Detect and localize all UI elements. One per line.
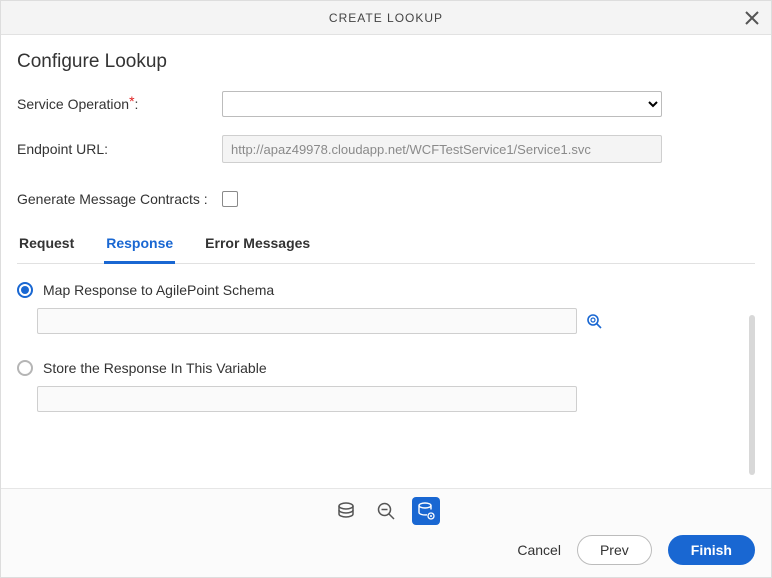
generate-contracts-label: Generate Message Contracts :	[17, 191, 222, 207]
cancel-button[interactable]: Cancel	[517, 542, 561, 558]
store-response-input[interactable]	[37, 386, 577, 412]
store-response-label: Store the Response In This Variable	[43, 360, 267, 376]
store-response-radio[interactable]	[17, 360, 33, 376]
service-operation-label: Service Operation*:	[17, 96, 222, 112]
store-response-subfield	[37, 386, 755, 412]
endpoint-label: Endpoint URL:	[17, 141, 222, 157]
filter-step-icon[interactable]	[372, 497, 400, 525]
map-response-radio[interactable]	[17, 282, 33, 298]
schema-lookup-icon[interactable]	[585, 312, 603, 330]
map-response-input[interactable]	[37, 308, 577, 334]
titlebar: CREATE LOOKUP	[1, 1, 771, 35]
close-button[interactable]	[739, 5, 765, 31]
tabs: Request Response Error Messages	[17, 235, 755, 264]
magnify-minus-icon	[376, 501, 396, 521]
store-response-option[interactable]: Store the Response In This Variable	[17, 360, 755, 376]
map-response-label: Map Response to AgilePoint Schema	[43, 282, 274, 298]
finish-button[interactable]: Finish	[668, 535, 755, 565]
database-gear-icon	[416, 501, 436, 521]
dialog-title: CREATE LOOKUP	[329, 11, 443, 25]
required-mark: *	[129, 93, 134, 109]
generate-contracts-checkbox[interactable]	[222, 191, 238, 207]
datasource-step-icon[interactable]	[332, 497, 360, 525]
footer: Cancel Prev Finish	[1, 488, 771, 577]
create-lookup-dialog: CREATE LOOKUP Configure Lookup Service O…	[0, 0, 772, 578]
endpoint-row: Endpoint URL:	[17, 135, 755, 163]
tab-response[interactable]: Response	[104, 235, 175, 264]
scrollbar[interactable]	[749, 315, 755, 475]
configure-step-icon[interactable]	[412, 497, 440, 525]
close-icon	[745, 11, 759, 25]
response-panel: Map Response to AgilePoint Schema Store …	[17, 282, 755, 412]
tab-error-messages[interactable]: Error Messages	[203, 235, 312, 263]
map-response-subfield	[37, 308, 755, 334]
map-response-option[interactable]: Map Response to AgilePoint Schema	[17, 282, 755, 298]
page-title: Configure Lookup	[17, 51, 755, 73]
database-icon	[336, 501, 356, 521]
footer-icons	[17, 497, 755, 525]
content: Configure Lookup Service Operation*: End…	[1, 35, 771, 488]
footer-buttons: Cancel Prev Finish	[17, 535, 755, 565]
prev-button[interactable]: Prev	[577, 535, 652, 565]
generate-contracts-row: Generate Message Contracts :	[17, 191, 755, 207]
service-operation-row: Service Operation*:	[17, 91, 755, 117]
endpoint-input	[222, 135, 662, 163]
service-operation-select[interactable]	[222, 91, 662, 117]
tab-request[interactable]: Request	[17, 235, 76, 263]
